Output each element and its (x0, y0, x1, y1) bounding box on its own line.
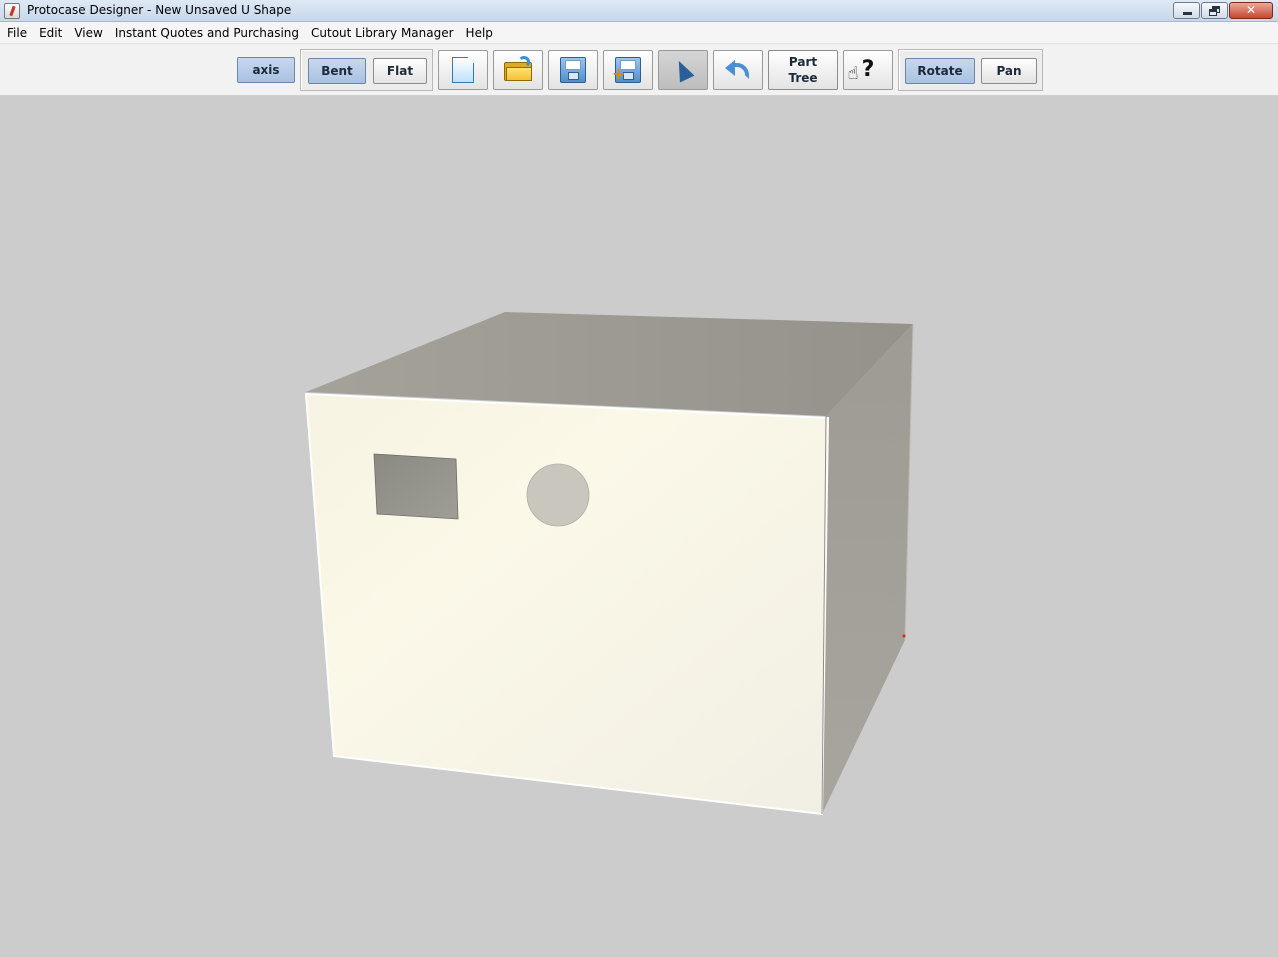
part-tree-label-line1: Part (788, 55, 818, 69)
app-window: Protocase Designer - New Unsaved U Shape… (0, 0, 1278, 957)
title-bar[interactable]: Protocase Designer - New Unsaved U Shape… (0, 0, 1278, 22)
menu-cutout-library-manager[interactable]: Cutout Library Manager (311, 26, 454, 40)
circle-cutout[interactable] (526, 463, 590, 527)
save-button[interactable] (548, 50, 598, 90)
flat-button[interactable]: Flat (373, 58, 427, 84)
open-button[interactable] (493, 50, 543, 90)
menu-help[interactable]: Help (466, 26, 493, 40)
save-disk-icon (560, 57, 586, 83)
enclosure-model[interactable] (0, 96, 1278, 957)
undo-button[interactable] (713, 50, 763, 90)
new-document-icon (452, 57, 474, 83)
axis-button[interactable]: axis (237, 57, 295, 83)
minimize-button[interactable] (1173, 2, 1200, 19)
bent-button[interactable]: Bent (308, 58, 366, 84)
navigation-mode-group: Rotate Pan (898, 49, 1043, 91)
3d-viewport[interactable] (0, 96, 1278, 957)
close-button[interactable]: ✕ (1229, 2, 1273, 19)
save-as-disk-icon: + (612, 57, 641, 83)
close-icon: ✕ (1245, 3, 1257, 17)
java-app-icon[interactable] (4, 3, 20, 19)
save-as-button[interactable]: + (603, 50, 653, 90)
toolbar: axis Bent Flat + Part Tree ☝ ? Rotate Pa… (0, 44, 1278, 96)
view-mode-group: Bent Flat (300, 49, 433, 91)
menu-file[interactable]: File (7, 26, 27, 40)
part-tree-button[interactable]: Part Tree (768, 50, 838, 90)
menu-view[interactable]: View (74, 26, 102, 40)
rectangle-cutout[interactable] (373, 453, 459, 520)
open-folder-icon (504, 56, 532, 81)
window-title: Protocase Designer - New Unsaved U Shape (27, 3, 292, 17)
menu-instant-quotes[interactable]: Instant Quotes and Purchasing (115, 26, 299, 40)
rotate-button[interactable]: Rotate (905, 58, 975, 84)
restore-icon-front (1209, 9, 1217, 16)
window-controls: ✕ (1173, 2, 1273, 20)
part-tree-label-line2: Tree (788, 71, 818, 85)
help-hand-icon: ☝? (847, 57, 875, 85)
select-button[interactable] (658, 50, 708, 90)
minimize-icon (1183, 12, 1192, 15)
restore-button[interactable] (1201, 2, 1228, 19)
pan-button[interactable]: Pan (981, 58, 1037, 84)
new-button[interactable] (438, 50, 488, 90)
undo-arrow-icon (725, 60, 751, 80)
context-help-button[interactable]: ☝? (843, 50, 893, 90)
menu-bar: File Edit View Instant Quotes and Purcha… (0, 22, 1278, 44)
menu-edit[interactable]: Edit (39, 26, 62, 40)
select-cursor-icon (671, 57, 695, 83)
